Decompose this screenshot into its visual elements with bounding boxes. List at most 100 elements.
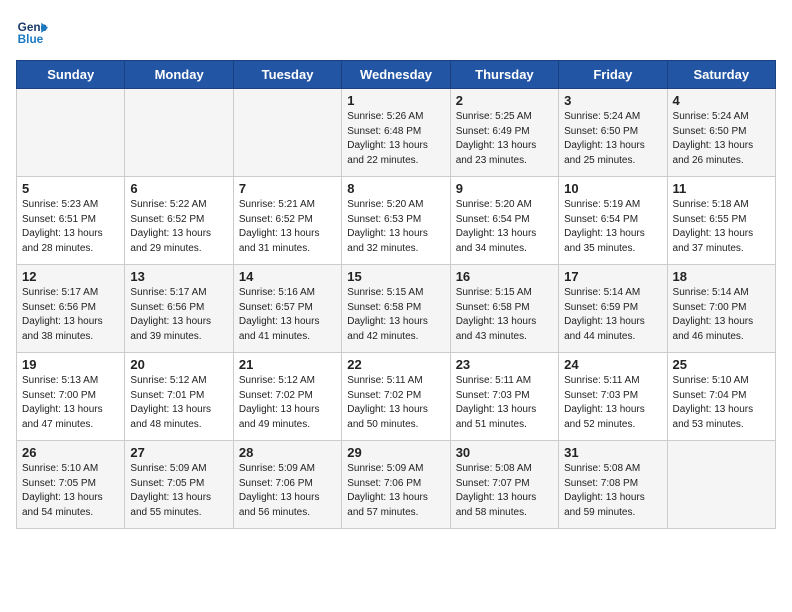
day-info: Sunrise: 5:16 AM Sunset: 6:57 PM Dayligh… xyxy=(239,286,336,344)
table-row xyxy=(667,441,775,529)
day-header-friday: Friday xyxy=(559,61,667,89)
day-number: 15 xyxy=(347,269,444,284)
day-info: Sunrise: 5:08 AM Sunset: 7:07 PM Dayligh… xyxy=(456,462,553,520)
day-info: Sunrise: 5:22 AM Sunset: 6:52 PM Dayligh… xyxy=(130,198,227,256)
day-number: 12 xyxy=(22,269,119,284)
day-info: Sunrise: 5:11 AM Sunset: 7:03 PM Dayligh… xyxy=(456,374,553,432)
table-row: 25 Sunrise: 5:10 AM Sunset: 7:04 PM Dayli… xyxy=(667,353,775,441)
day-header-monday: Monday xyxy=(125,61,233,89)
table-row: 31 Sunrise: 5:08 AM Sunset: 7:08 PM Dayli… xyxy=(559,441,667,529)
table-row: 26 Sunrise: 5:10 AM Sunset: 7:05 PM Dayli… xyxy=(17,441,125,529)
table-row xyxy=(17,89,125,177)
day-number: 1 xyxy=(347,93,444,108)
calendar-week-5: 26 Sunrise: 5:10 AM Sunset: 7:05 PM Dayli… xyxy=(17,441,776,529)
table-row: 29 Sunrise: 5:09 AM Sunset: 7:06 PM Dayli… xyxy=(342,441,450,529)
day-info: Sunrise: 5:10 AM Sunset: 7:05 PM Dayligh… xyxy=(22,462,119,520)
day-number: 19 xyxy=(22,357,119,372)
table-row: 3 Sunrise: 5:24 AM Sunset: 6:50 PM Daylig… xyxy=(559,89,667,177)
day-number: 14 xyxy=(239,269,336,284)
page-header: General Blue xyxy=(16,16,776,48)
day-info: Sunrise: 5:26 AM Sunset: 6:48 PM Dayligh… xyxy=(347,110,444,168)
day-info: Sunrise: 5:14 AM Sunset: 7:00 PM Dayligh… xyxy=(673,286,770,344)
day-number: 16 xyxy=(456,269,553,284)
table-row: 2 Sunrise: 5:25 AM Sunset: 6:49 PM Daylig… xyxy=(450,89,558,177)
day-number: 24 xyxy=(564,357,661,372)
day-number: 11 xyxy=(673,181,770,196)
calendar-table: SundayMondayTuesdayWednesdayThursdayFrid… xyxy=(16,60,776,529)
day-info: Sunrise: 5:11 AM Sunset: 7:02 PM Dayligh… xyxy=(347,374,444,432)
day-number: 18 xyxy=(673,269,770,284)
table-row: 9 Sunrise: 5:20 AM Sunset: 6:54 PM Daylig… xyxy=(450,177,558,265)
day-info: Sunrise: 5:21 AM Sunset: 6:52 PM Dayligh… xyxy=(239,198,336,256)
day-info: Sunrise: 5:10 AM Sunset: 7:04 PM Dayligh… xyxy=(673,374,770,432)
day-number: 30 xyxy=(456,445,553,460)
table-row: 4 Sunrise: 5:24 AM Sunset: 6:50 PM Daylig… xyxy=(667,89,775,177)
day-number: 25 xyxy=(673,357,770,372)
calendar-week-2: 5Sunrise: 5:23 AM Sunset: 6:51 PM Daylig… xyxy=(17,177,776,265)
table-row: 10 Sunrise: 5:19 AM Sunset: 6:54 PM Dayli… xyxy=(559,177,667,265)
day-info: Sunrise: 5:15 AM Sunset: 6:58 PM Dayligh… xyxy=(456,286,553,344)
day-info: Sunrise: 5:08 AM Sunset: 7:08 PM Dayligh… xyxy=(564,462,661,520)
day-number: 6 xyxy=(130,181,227,196)
day-number: 27 xyxy=(130,445,227,460)
table-row: 16 Sunrise: 5:15 AM Sunset: 6:58 PM Dayli… xyxy=(450,265,558,353)
table-row: 15 Sunrise: 5:15 AM Sunset: 6:58 PM Dayli… xyxy=(342,265,450,353)
logo: General Blue xyxy=(16,16,52,48)
day-info: Sunrise: 5:20 AM Sunset: 6:54 PM Dayligh… xyxy=(456,198,553,256)
day-info: Sunrise: 5:15 AM Sunset: 6:58 PM Dayligh… xyxy=(347,286,444,344)
day-number: 10 xyxy=(564,181,661,196)
day-info: Sunrise: 5:09 AM Sunset: 7:06 PM Dayligh… xyxy=(347,462,444,520)
day-number: 29 xyxy=(347,445,444,460)
day-number: 31 xyxy=(564,445,661,460)
day-info: Sunrise: 5:09 AM Sunset: 7:06 PM Dayligh… xyxy=(239,462,336,520)
table-row: 13 Sunrise: 5:17 AM Sunset: 6:56 PM Dayli… xyxy=(125,265,233,353)
calendar-header: SundayMondayTuesdayWednesdayThursdayFrid… xyxy=(17,61,776,89)
day-number: 28 xyxy=(239,445,336,460)
day-info: Sunrise: 5:24 AM Sunset: 6:50 PM Dayligh… xyxy=(673,110,770,168)
day-info: Sunrise: 5:24 AM Sunset: 6:50 PM Dayligh… xyxy=(564,110,661,168)
day-info: Sunrise: 5:17 AM Sunset: 6:56 PM Dayligh… xyxy=(22,286,119,344)
calendar-body: 1 Sunrise: 5:26 AM Sunset: 6:48 PM Daylig… xyxy=(17,89,776,529)
day-number: 26 xyxy=(22,445,119,460)
table-row: 7 Sunrise: 5:21 AM Sunset: 6:52 PM Daylig… xyxy=(233,177,341,265)
table-row: 23 Sunrise: 5:11 AM Sunset: 7:03 PM Dayli… xyxy=(450,353,558,441)
day-number: 9 xyxy=(456,181,553,196)
table-row: 6 Sunrise: 5:22 AM Sunset: 6:52 PM Daylig… xyxy=(125,177,233,265)
table-row: 18 Sunrise: 5:14 AM Sunset: 7:00 PM Dayli… xyxy=(667,265,775,353)
day-info: Sunrise: 5:25 AM Sunset: 6:49 PM Dayligh… xyxy=(456,110,553,168)
day-number: 21 xyxy=(239,357,336,372)
table-row: 11Sunrise: 5:18 AM Sunset: 6:55 PM Dayli… xyxy=(667,177,775,265)
table-row: 5Sunrise: 5:23 AM Sunset: 6:51 PM Daylig… xyxy=(17,177,125,265)
day-number: 8 xyxy=(347,181,444,196)
day-number: 3 xyxy=(564,93,661,108)
day-header-wednesday: Wednesday xyxy=(342,61,450,89)
calendar-week-1: 1 Sunrise: 5:26 AM Sunset: 6:48 PM Daylig… xyxy=(17,89,776,177)
day-info: Sunrise: 5:13 AM Sunset: 7:00 PM Dayligh… xyxy=(22,374,119,432)
day-number: 20 xyxy=(130,357,227,372)
table-row: 30 Sunrise: 5:08 AM Sunset: 7:07 PM Dayli… xyxy=(450,441,558,529)
table-row: 22Sunrise: 5:11 AM Sunset: 7:02 PM Dayli… xyxy=(342,353,450,441)
day-number: 17 xyxy=(564,269,661,284)
day-info: Sunrise: 5:09 AM Sunset: 7:05 PM Dayligh… xyxy=(130,462,227,520)
table-row: 21Sunrise: 5:12 AM Sunset: 7:02 PM Dayli… xyxy=(233,353,341,441)
day-number: 4 xyxy=(673,93,770,108)
table-row xyxy=(125,89,233,177)
table-row: 27 Sunrise: 5:09 AM Sunset: 7:05 PM Dayli… xyxy=(125,441,233,529)
table-row: 20 Sunrise: 5:12 AM Sunset: 7:01 PM Dayli… xyxy=(125,353,233,441)
day-info: Sunrise: 5:17 AM Sunset: 6:56 PM Dayligh… xyxy=(130,286,227,344)
table-row xyxy=(233,89,341,177)
table-row: 12 Sunrise: 5:17 AM Sunset: 6:56 PM Dayli… xyxy=(17,265,125,353)
day-number: 23 xyxy=(456,357,553,372)
day-number: 5 xyxy=(22,181,119,196)
day-number: 13 xyxy=(130,269,227,284)
day-info: Sunrise: 5:19 AM Sunset: 6:54 PM Dayligh… xyxy=(564,198,661,256)
table-row: 14 Sunrise: 5:16 AM Sunset: 6:57 PM Dayli… xyxy=(233,265,341,353)
table-row: 1 Sunrise: 5:26 AM Sunset: 6:48 PM Daylig… xyxy=(342,89,450,177)
day-info: Sunrise: 5:12 AM Sunset: 7:01 PM Dayligh… xyxy=(130,374,227,432)
day-number: 2 xyxy=(456,93,553,108)
day-number: 7 xyxy=(239,181,336,196)
table-row: 28 Sunrise: 5:09 AM Sunset: 7:06 PM Dayli… xyxy=(233,441,341,529)
day-info: Sunrise: 5:20 AM Sunset: 6:53 PM Dayligh… xyxy=(347,198,444,256)
table-row: 17Sunrise: 5:14 AM Sunset: 6:59 PM Dayli… xyxy=(559,265,667,353)
calendar-week-4: 19 Sunrise: 5:13 AM Sunset: 7:00 PM Dayli… xyxy=(17,353,776,441)
